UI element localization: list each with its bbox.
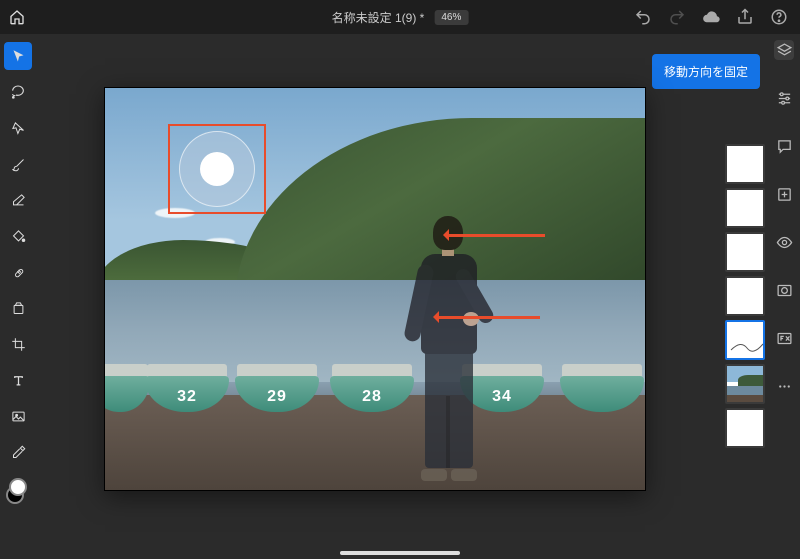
crop-tool[interactable] [4, 330, 32, 358]
fx-icon[interactable] [774, 328, 794, 348]
add-layer-icon[interactable] [774, 184, 794, 204]
fill-tool[interactable] [4, 222, 32, 250]
brush-tool[interactable] [4, 150, 32, 178]
undo-button[interactable] [634, 8, 652, 26]
color-swatch[interactable] [6, 478, 30, 502]
touch-ring-icon [179, 131, 255, 207]
properties-panel-icon[interactable] [774, 88, 794, 108]
top-bar: 名称未設定 1(9) * 46% [0, 0, 800, 34]
person-subject [405, 216, 490, 481]
annotation-highlight-box [168, 124, 266, 214]
layer-thumb[interactable] [725, 232, 765, 272]
boat: 32 [145, 350, 229, 412]
boat [105, 350, 150, 412]
zoom-level[interactable]: 46% [434, 10, 468, 25]
visibility-icon[interactable] [774, 232, 794, 252]
redo-button[interactable] [668, 8, 686, 26]
layers-panel-icon[interactable] [774, 40, 794, 60]
canvas[interactable]: 32 29 28 34 [105, 88, 645, 490]
boat: 29 [235, 350, 319, 412]
more-icon[interactable] [774, 376, 794, 396]
eyedropper-tool[interactable] [4, 438, 32, 466]
clone-tool[interactable] [4, 294, 32, 322]
cloud-icon[interactable] [702, 8, 720, 26]
workspace: 移動方向を固定 32 29 [0, 34, 800, 559]
mask-icon[interactable] [774, 280, 794, 300]
home-button[interactable] [0, 0, 34, 34]
lasso-tool[interactable] [4, 78, 32, 106]
annotation-arrow [445, 234, 545, 237]
home-indicator [340, 551, 460, 555]
heal-tool[interactable] [4, 258, 32, 286]
layer-thumb-selected[interactable] [725, 320, 765, 360]
layer-thumb[interactable] [725, 364, 765, 404]
type-tool[interactable] [4, 366, 32, 394]
layer-thumb[interactable] [725, 144, 765, 184]
place-image-tool[interactable] [4, 402, 32, 430]
comments-panel-icon[interactable] [774, 136, 794, 156]
layer-thumb[interactable] [725, 408, 765, 448]
share-button[interactable] [736, 8, 754, 26]
right-panel-strip [768, 34, 800, 559]
layer-thumb[interactable] [725, 188, 765, 228]
boat: 28 [330, 350, 414, 412]
lock-direction-button[interactable]: 移動方向を固定 [652, 54, 760, 89]
eraser-tool[interactable] [4, 186, 32, 214]
document-title: 名称未設定 1(9) * [332, 9, 425, 26]
help-button[interactable] [770, 8, 788, 26]
selection-tool[interactable] [4, 114, 32, 142]
annotation-arrow [435, 316, 540, 319]
move-tool[interactable] [4, 42, 32, 70]
layers-panel [722, 144, 768, 448]
boat [560, 350, 644, 412]
layer-thumb[interactable] [725, 276, 765, 316]
left-toolbar [0, 34, 36, 559]
